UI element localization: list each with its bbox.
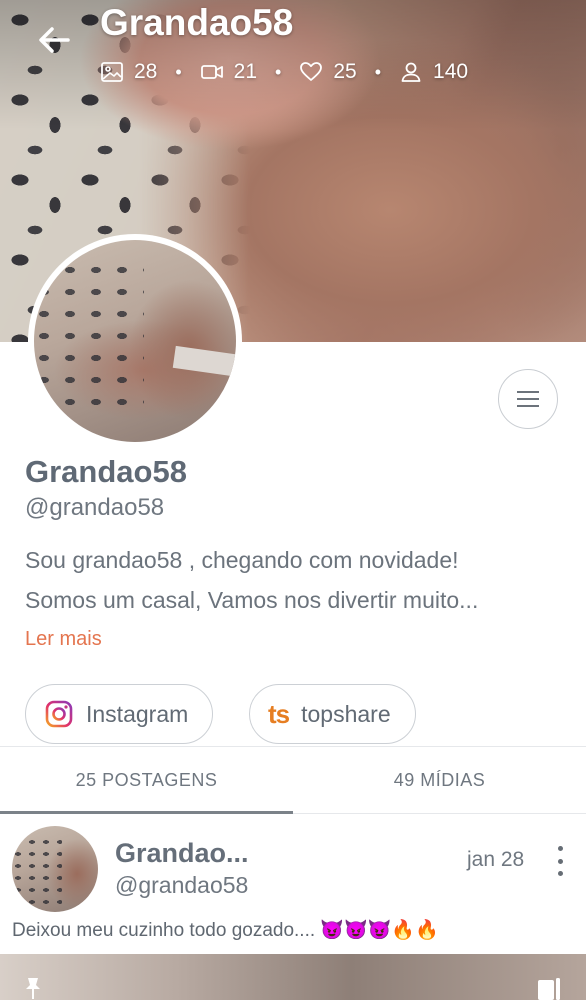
tab-posts[interactable]: 25 POSTAGENS <box>0 747 293 814</box>
likes-count: 25 <box>333 60 357 83</box>
post-author-name[interactable]: Grandao... <box>115 838 249 869</box>
profile-avatar[interactable] <box>28 234 242 448</box>
topshare-link[interactable]: ts topshare <box>249 684 416 744</box>
post-date: jan 28 <box>467 848 525 871</box>
bio-line: Sou grandao58 , chegando com novidade! <box>25 547 459 573</box>
likes-stat: 25 <box>299 60 357 84</box>
gallery-icon <box>538 978 560 1000</box>
video-icon <box>200 65 223 79</box>
topshare-icon: ts <box>268 698 290 729</box>
instagram-icon <box>45 700 73 728</box>
tab-media[interactable]: 49 MÍDIAS <box>293 747 586 813</box>
post-author-avatar[interactable] <box>12 826 98 912</box>
topshare-label: topshare <box>301 700 391 727</box>
photos-count: 28 <box>134 60 158 83</box>
menu-button[interactable] <box>498 369 558 429</box>
profile-tabs: 25 POSTAGENS 49 MÍDIAS <box>0 746 586 814</box>
instagram-label: Instagram <box>86 700 189 727</box>
arrow-left-icon <box>39 27 70 53</box>
cover-title: Grandao58 <box>100 2 294 43</box>
profile-name: Grandao58 <box>25 454 187 489</box>
read-more-link[interactable]: Ler mais <box>25 628 102 651</box>
bio-line: Somos um casal, Vamos nos divertir muito… <box>25 587 479 613</box>
avatar-image <box>34 240 236 442</box>
instagram-link[interactable]: Instagram <box>25 684 214 744</box>
post-author-handle: @grandao58 <box>115 872 249 898</box>
profile-handle: @grandao58 <box>25 494 165 521</box>
post-options-button[interactable] <box>550 846 570 876</box>
image-icon <box>101 62 123 82</box>
subscribers-count: 140 <box>433 60 469 83</box>
back-button[interactable] <box>34 20 74 60</box>
photos-stat: 28 <box>100 60 157 84</box>
user-icon <box>401 62 421 82</box>
videos-stat: 21 <box>200 60 257 84</box>
pin-icon <box>26 978 40 999</box>
heart-icon <box>300 62 323 81</box>
profile-bio: Sou grandao58 , chegando com novidade! S… <box>25 540 565 620</box>
hamburger-icon <box>517 386 539 412</box>
videos-count: 21 <box>233 60 258 83</box>
profile-stats: 28 • 21 • 25 • 140 <box>100 60 468 84</box>
post-media[interactable] <box>0 954 586 1000</box>
post-text: Deixou meu cuzinho todo gozado.... 😈😈😈🔥🔥 <box>12 920 439 941</box>
subscribers-stat: 140 <box>399 60 468 84</box>
more-vertical-icon <box>557 846 563 851</box>
